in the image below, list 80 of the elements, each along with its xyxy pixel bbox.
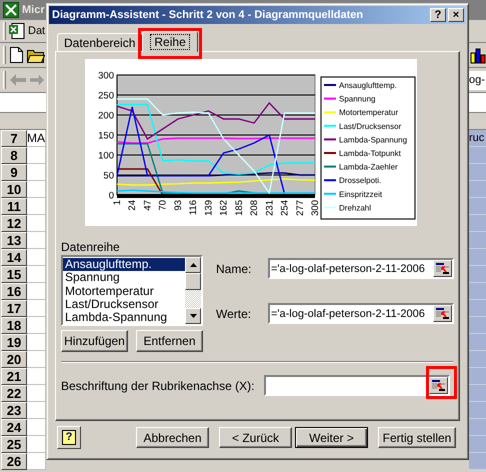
range-field[interactable]: ='a-log-olaf-peterson-2-11-2006: [268, 303, 454, 324]
x-tick-label: 24: [127, 200, 138, 211]
y-tick-label: 0: [108, 190, 114, 202]
toolbar-field[interactable]: og-: [469, 70, 486, 90]
x-tick-label: 1: [112, 200, 123, 206]
row-header[interactable]: 14: [1, 249, 27, 266]
dialog-button[interactable]: Weiter >: [295, 427, 368, 448]
row-header[interactable]: 25: [1, 436, 27, 453]
y-tick-label: 50: [103, 170, 114, 182]
x-tick-label: 300: [310, 200, 321, 216]
series-listbox[interactable]: Ansauglufttemp. Spannung Motortemperatur Last/Drucksensor Lambda-Spannung: [61, 255, 203, 326]
row-header[interactable]: 13: [1, 232, 27, 249]
row-header[interactable]: 8: [1, 147, 27, 164]
range-field[interactable]: ='a-log-olaf-peterson-2-11-2006: [268, 258, 454, 279]
row-header[interactable]: 12: [1, 215, 27, 232]
list-item[interactable]: Ansauglufttemp.: [63, 258, 185, 272]
list-item[interactable]: Lambda-Spannung: [63, 311, 185, 324]
row-header[interactable]: 16: [1, 283, 27, 300]
y-tick-label: 300: [98, 70, 114, 82]
x-tick-label: 277: [294, 200, 306, 216]
list-action-button[interactable]: Entfernen: [136, 330, 203, 352]
menu-item[interactable]: Dat: [28, 25, 46, 37]
legend-label: Last/Drucksensor: [339, 122, 402, 131]
x-tick-label: 162: [218, 200, 230, 216]
close-button[interactable]: ×: [448, 8, 464, 22]
y-tick-label: 150: [98, 130, 114, 142]
row-header[interactable]: 7: [1, 130, 27, 147]
list-item[interactable]: Spannung: [63, 271, 185, 285]
field-label: Name:: [216, 262, 252, 276]
row-header[interactable]: 19: [1, 334, 27, 351]
legend-label: Lambda-Zaehler: [339, 162, 398, 172]
x-tick-label: 93: [172, 200, 184, 211]
row-header[interactable]: 10: [1, 181, 27, 198]
dialog-button[interactable]: Abbrechen: [136, 427, 209, 448]
help-title-button[interactable]: ?: [430, 8, 446, 22]
y-tick-label: 250: [98, 90, 114, 102]
section-label: Datenreihe: [61, 240, 120, 254]
x-tick-label: 208: [249, 200, 260, 216]
table-cell: ruc: [469, 130, 486, 147]
tab[interactable]: Reihe: [142, 31, 198, 52]
row-header[interactable]: 22: [1, 385, 27, 402]
legend-label: Einspritzzeit: [339, 190, 382, 199]
row-header[interactable]: 26: [1, 453, 27, 470]
help-button[interactable]: ?: [57, 426, 81, 449]
x-tick-label: 139: [203, 200, 214, 216]
app-title: Micr: [22, 4, 45, 16]
y-tick-label: 100: [98, 150, 114, 162]
row-header[interactable]: 21: [1, 368, 27, 385]
legend-label: Spannung: [339, 94, 376, 104]
row-header[interactable]: 18: [1, 317, 27, 334]
row-header[interactable]: 17: [1, 300, 27, 317]
y-tick-label: 200: [98, 110, 114, 122]
tab[interactable]: Datenbereich: [57, 33, 142, 51]
list-item[interactable]: Motortemperatur: [63, 284, 185, 298]
legend-label: Lambda-Totpunkt: [339, 149, 401, 158]
x-tick-label: 254: [280, 200, 291, 216]
row-header[interactable]: 15: [1, 266, 27, 283]
legend-label: Drosselpoti.: [339, 176, 382, 186]
row-header[interactable]: 20: [1, 351, 27, 368]
legend-label: Motortemperatur: [339, 108, 398, 118]
row-header[interactable]: 24: [1, 419, 27, 436]
row-header[interactable]: 9: [1, 164, 27, 181]
table-cell: MA: [27, 130, 46, 147]
field-label: Beschriftung der Rubrikenachse (X):: [61, 378, 256, 392]
row-header[interactable]: 23: [1, 402, 27, 419]
dialog-button[interactable]: < Zurück: [219, 427, 292, 448]
x-tick-label: 47: [142, 200, 154, 211]
list-item[interactable]: Last/Drucksensor: [63, 298, 185, 312]
field-label: Werte:: [216, 306, 252, 320]
dialog-button[interactable]: Fertig stellen: [378, 427, 456, 448]
list-action-button[interactable]: Hinzufügen: [61, 330, 128, 352]
row-header[interactable]: 11: [1, 198, 27, 215]
x-tick-label: 185: [234, 200, 245, 216]
window-title: Diagramm-Assistent - Schritt 2 von 4 - Diagrammquelldaten: [52, 9, 364, 21]
x-tick-label: 116: [188, 200, 200, 216]
legend-label: Ansauglufttemp.: [339, 81, 397, 90]
x-tick-label: 231: [264, 200, 276, 216]
x-tick-label: 70: [158, 200, 169, 211]
legend-label: Drehzahl: [339, 203, 372, 212]
legend-label: Lambda-Spannung: [339, 135, 408, 144]
